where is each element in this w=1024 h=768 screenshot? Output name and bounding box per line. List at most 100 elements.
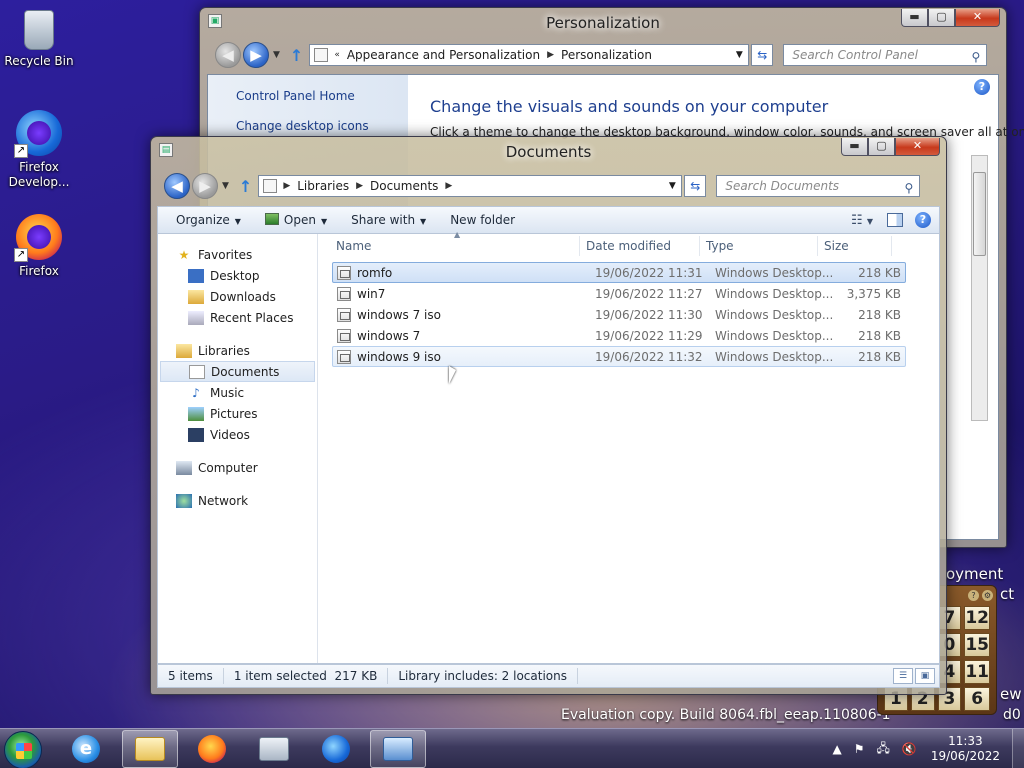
control-panel-icon: [383, 737, 413, 761]
open-button[interactable]: Open ▼: [253, 213, 339, 227]
history-dropdown-icon[interactable]: ▼: [222, 181, 229, 191]
taskbar-firefox[interactable]: [184, 730, 240, 768]
nav-network[interactable]: Network: [158, 490, 317, 511]
large-icons-view-icon[interactable]: ▣: [915, 668, 935, 684]
performance-monitor-icon: [259, 737, 289, 761]
up-arrow-icon[interactable]: ↑: [239, 177, 252, 196]
refresh-button[interactable]: ⇆: [684, 175, 707, 197]
star-icon: ★: [178, 247, 190, 262]
column-header-name[interactable]: Name: [318, 235, 580, 256]
nav-downloads[interactable]: Downloads: [158, 286, 317, 307]
breadcrumb-item[interactable]: Appearance and Personalization: [347, 48, 540, 62]
clock[interactable]: 11:33 19/06/2022: [931, 734, 1000, 764]
file-row[interactable]: windows 9 iso 19/06/2022 11:32 Windows D…: [332, 346, 906, 367]
column-header-date-modified[interactable]: Date modified: [580, 235, 700, 256]
puzzle-tile[interactable]: 11: [964, 660, 990, 684]
remote-desktop-file-icon: [337, 265, 351, 280]
desktop-icon-label: Recycle Bin: [4, 54, 74, 68]
maximize-button[interactable]: ▢: [868, 138, 895, 156]
chevron-down-icon[interactable]: ▼: [730, 45, 748, 65]
nav-music[interactable]: ♪ Music: [158, 382, 317, 403]
taskbar-windows-explorer[interactable]: [122, 730, 178, 768]
nav-recent-places[interactable]: Recent Places: [158, 307, 317, 328]
network-status-icon[interactable]: 🖧: [876, 739, 889, 760]
file-row[interactable]: windows 7 19/06/2022 11:29 Windows Deskt…: [332, 325, 906, 346]
show-hidden-icons-icon[interactable]: ▲: [832, 742, 841, 756]
desktop-icon-recycle-bin[interactable]: Recycle Bin: [1, 8, 77, 69]
address-bar[interactable]: « Appearance and Personalization ▶ Perso…: [309, 44, 750, 66]
refresh-button[interactable]: ⇆: [751, 44, 774, 66]
nav-videos[interactable]: Videos: [158, 424, 317, 445]
watermark-text: ct: [1000, 585, 1015, 603]
breadcrumb-item[interactable]: Documents: [370, 179, 438, 193]
taskbar-firefox-developer[interactable]: [308, 730, 364, 768]
new-folder-button[interactable]: New folder: [438, 213, 527, 227]
back-button[interactable]: ◀: [215, 42, 241, 68]
help-icon[interactable]: ?: [915, 212, 931, 228]
puzzle-tile[interactable]: 15: [964, 633, 990, 657]
help-icon[interactable]: ?: [968, 590, 979, 601]
nav-desktop[interactable]: Desktop: [158, 265, 317, 286]
minimize-button[interactable]: ▬: [841, 138, 868, 156]
puzzle-tile[interactable]: 12: [964, 606, 990, 630]
maximize-button[interactable]: ▢: [928, 9, 955, 27]
watermark-text: oyment: [946, 565, 1004, 583]
file-row[interactable]: romfo 19/06/2022 11:31 Windows Desktop..…: [332, 262, 906, 283]
forward-button[interactable]: ▶: [243, 42, 269, 68]
status-library-locations[interactable]: Library includes: 2 locations: [388, 668, 578, 684]
share-with-button[interactable]: Share with ▼: [339, 213, 438, 227]
nav-computer[interactable]: Computer: [158, 457, 317, 478]
breadcrumb-item[interactable]: Personalization: [561, 48, 652, 62]
history-dropdown-icon[interactable]: ▼: [273, 50, 280, 60]
libraries-icon: [176, 343, 192, 358]
breadcrumb-item[interactable]: Libraries: [297, 179, 349, 193]
organize-button[interactable]: Organize ▼: [158, 213, 253, 227]
music-note-icon: ♪: [192, 385, 200, 400]
chevron-right-icon: ▶: [283, 181, 291, 191]
chevron-down-icon[interactable]: ▼: [663, 176, 681, 196]
taskbar-internet-explorer[interactable]: e: [58, 730, 114, 768]
show-desktop-button[interactable]: [1012, 729, 1024, 768]
taskbar-control-panel[interactable]: [370, 730, 426, 768]
desktop-icon-firefox[interactable]: ↗ Firefox: [1, 214, 77, 279]
back-button[interactable]: ◀: [164, 173, 190, 199]
page-heading: Change the visuals and sounds on your co…: [430, 97, 829, 116]
control-panel-home-link[interactable]: Control Panel Home: [208, 89, 408, 103]
minimize-button[interactable]: ▬: [901, 9, 928, 27]
vertical-scrollbar[interactable]: [971, 155, 988, 421]
shortcut-arrow-icon: ↗: [14, 248, 28, 262]
preview-pane-icon[interactable]: [887, 213, 903, 227]
search-input[interactable]: Search Documents ⚲: [716, 175, 921, 197]
status-bar: 5 items 1 item selected 217 KB Library i…: [157, 664, 940, 688]
chevron-down-icon: ▼: [420, 217, 427, 226]
puzzle-tile[interactable]: 6: [964, 687, 990, 711]
file-row[interactable]: windows 7 iso 19/06/2022 11:30 Windows D…: [332, 304, 906, 325]
nav-favorites[interactable]: ★ Favorites: [158, 244, 317, 265]
search-input[interactable]: Search Control Panel ⚲: [783, 44, 988, 66]
file-row[interactable]: win7 19/06/2022 11:27 Windows Desktop...…: [332, 283, 906, 304]
remote-desktop-file-icon: [337, 349, 351, 364]
column-header-type[interactable]: Type: [700, 235, 818, 256]
action-center-flag-icon[interactable]: ⚑: [854, 742, 865, 756]
chevron-left-icon: «: [334, 50, 340, 60]
volume-muted-icon[interactable]: 🔇: [902, 742, 917, 756]
close-button[interactable]: ✕: [955, 9, 1000, 27]
desktop-icon-label: Firefox Develop...: [8, 160, 70, 189]
nav-documents[interactable]: Documents: [160, 361, 315, 382]
help-icon[interactable]: ?: [974, 79, 990, 95]
options-icon[interactable]: ⚙: [982, 590, 993, 601]
search-icon: ⚲: [904, 181, 914, 195]
nav-libraries[interactable]: Libraries: [158, 340, 317, 361]
taskbar-performance-monitor[interactable]: [246, 730, 302, 768]
change-desktop-icons-link[interactable]: Change desktop icons: [208, 119, 408, 133]
forward-button[interactable]: ▶: [192, 173, 218, 199]
column-header-size[interactable]: Size: [818, 235, 892, 256]
details-view-icon[interactable]: ☰: [893, 668, 913, 684]
desktop-icon-firefox-developer[interactable]: ↗ Firefox Develop...: [1, 110, 77, 190]
up-arrow-icon[interactable]: ↑: [290, 46, 303, 65]
start-button[interactable]: [4, 731, 42, 768]
nav-pictures[interactable]: Pictures: [158, 403, 317, 424]
address-bar[interactable]: ▶ Libraries ▶ Documents ▶ ▼: [258, 175, 683, 197]
change-view-button[interactable]: ☷ ▼: [843, 213, 881, 228]
close-button[interactable]: ✕: [895, 138, 940, 156]
